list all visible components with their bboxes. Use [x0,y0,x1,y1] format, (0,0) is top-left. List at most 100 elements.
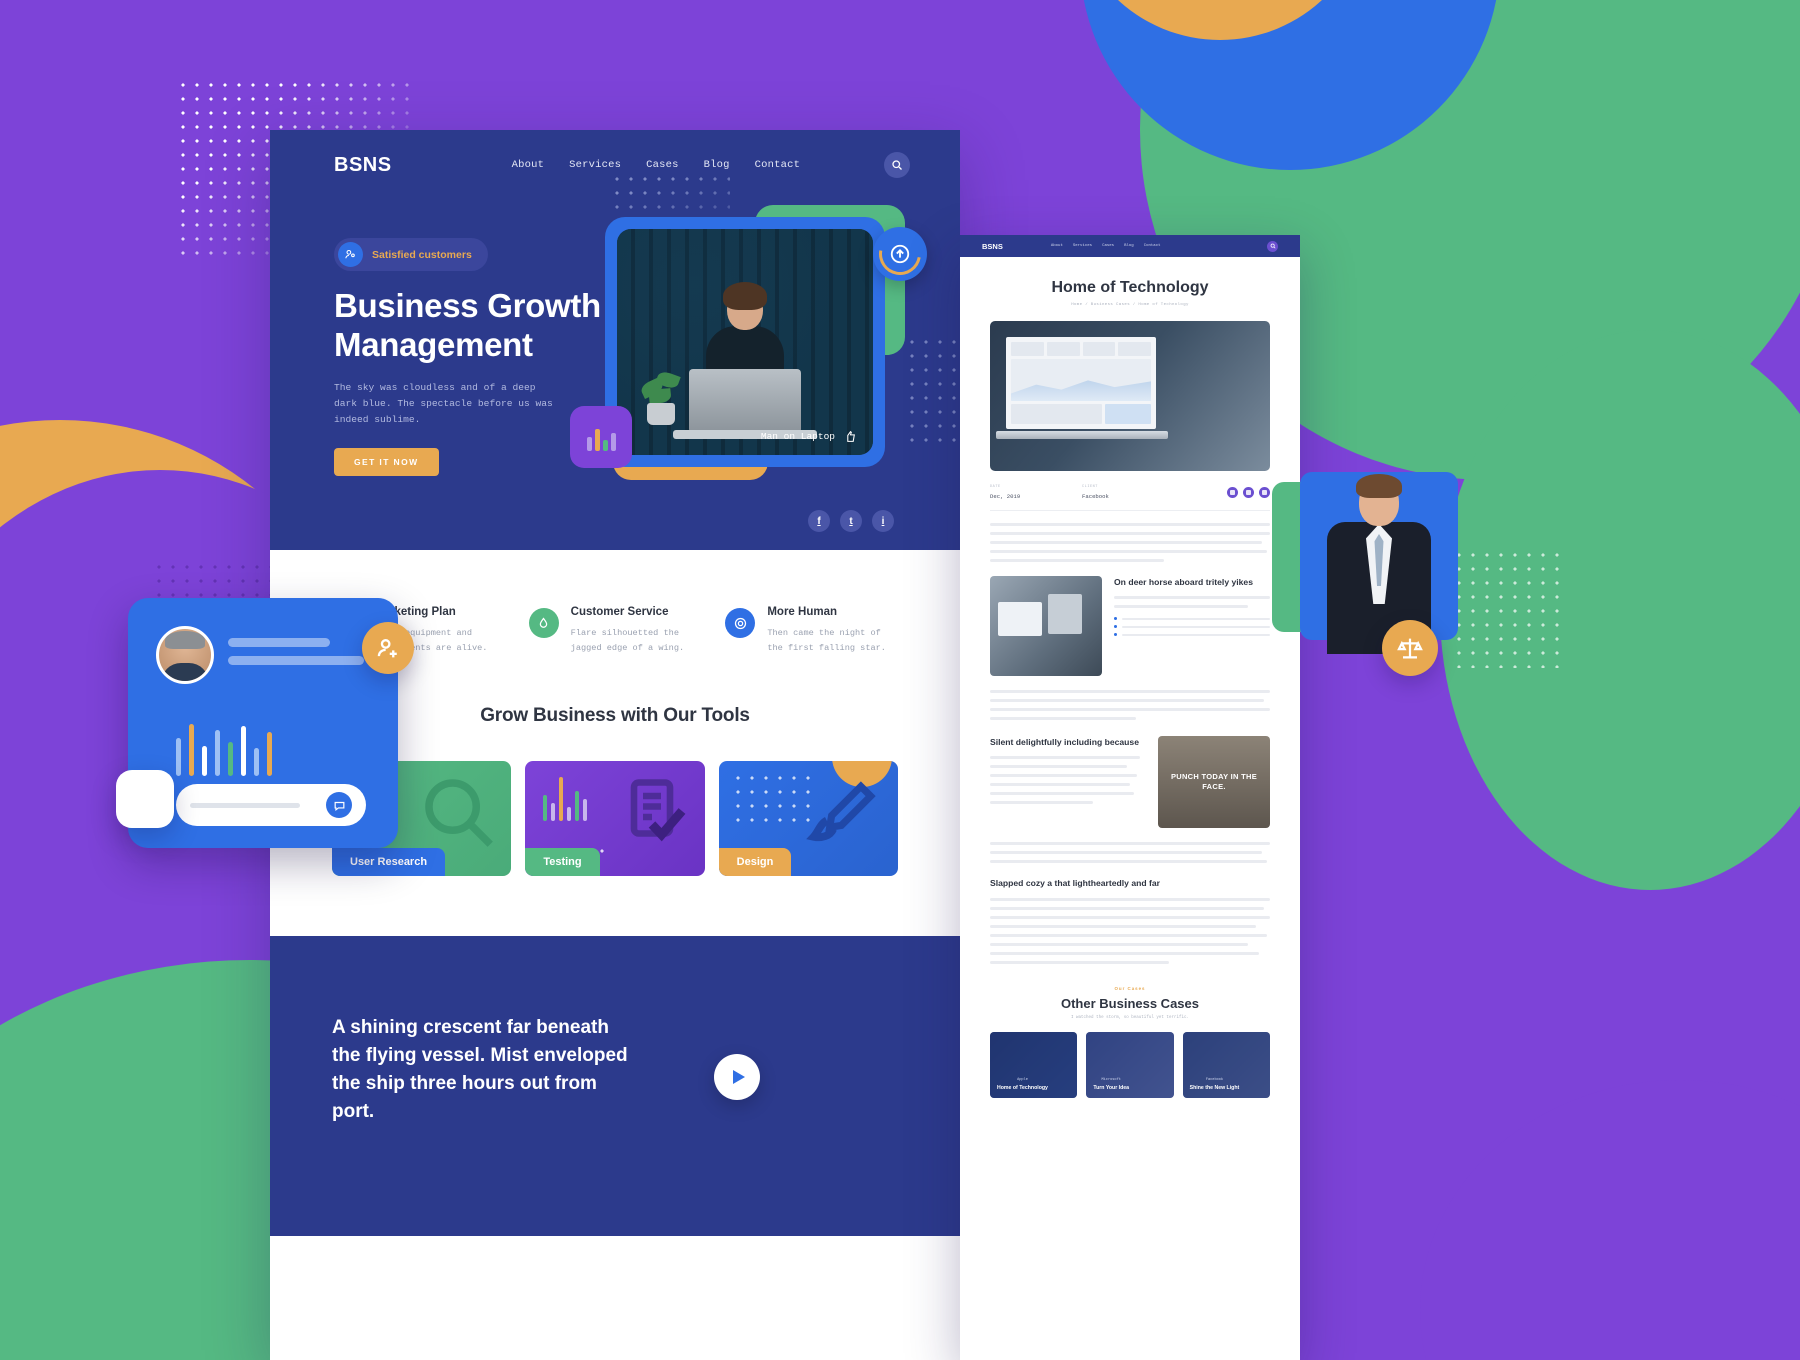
chat-input[interactable] [176,784,366,826]
tool-label: User Research [332,847,446,876]
meta-client: CLIENT Facebook [1082,485,1174,500]
search-button[interactable] [884,152,910,178]
section-deer-horse: On deer horse aboard tritely yikes [990,576,1270,676]
second-search-button[interactable] [1267,240,1278,252]
case-title: Shine the New Light [1189,1085,1240,1092]
laptop [673,369,817,439]
social-instagram[interactable] [1259,487,1270,498]
search-icon [892,160,902,170]
nav-item-contact[interactable]: Contact [755,159,801,171]
target-icon [725,608,756,638]
thumbs-up-icon[interactable] [844,430,857,443]
second-nav-item-blog[interactable]: Blog [1124,244,1134,248]
case-title: Turn Your Idea [1093,1085,1130,1092]
breadcrumb[interactable]: Home / Business Cases / Home of Technolo… [990,303,1270,307]
send-message-button[interactable] [326,792,352,818]
avatar-hair [165,631,205,649]
dot-grid-right [1452,548,1562,668]
second-page-title: Home of Technology [1051,279,1209,296]
balance-badge[interactable] [1382,620,1438,676]
scroll-up-badge[interactable] [870,224,930,284]
satisfied-customers-badge[interactable]: Satisfied customers [334,238,488,271]
nav-item-about[interactable]: About [512,159,545,171]
laptop-base [996,431,1168,439]
nav-links: About Services Cases Blog Contact [512,159,801,171]
case-client: Apple [1017,1078,1028,1083]
social-facebook[interactable] [1227,487,1238,498]
hero-social-links: f t i [808,510,894,532]
satisfied-customers-label: Satisfied customers [372,248,472,261]
second-nav-item-cases[interactable]: Cases [1102,244,1114,248]
play-button[interactable] [714,1053,760,1100]
hero-title: Business Growth Management [334,287,624,364]
tool-card-testing[interactable]: Testing [525,760,705,876]
tool-label: Design [718,847,792,876]
case-card-microsoft[interactable]: Microsoft Turn Your Idea [1086,1032,1174,1099]
feature-title: Customer Service [570,606,669,618]
social-facebook[interactable]: f [808,510,830,532]
hero-photo: Man on Laptop [617,229,873,455]
hero-title-line1: Business Growth [334,287,601,324]
social-twitter[interactable] [1243,487,1254,498]
search-icon [1270,243,1276,249]
second-brand-logo[interactable]: BSNS [982,242,1003,251]
hero-title-line2: Management [334,325,533,363]
cases-heading: Other Business Cases [1060,996,1199,1012]
hero-image-composition: Man on Laptop [570,205,930,480]
meta-value: Facebook [1082,493,1109,500]
hair [1356,474,1402,498]
feature-card-more-human: More Human Then came the night of the fi… [725,606,898,657]
section-silent-delightfully: Silent delightfully including because PU… [990,736,1270,828]
avatar [156,626,214,684]
meta-date: DATE Dec, 2019 [990,485,1082,500]
businessman-card [1272,472,1462,654]
second-nav-item-services[interactable]: Services [1073,244,1092,248]
photo-caption-text: Man on Laptop [760,431,835,442]
person-hair [723,281,767,310]
cases-subheading: I watched the storm, so beautiful yet te… [1070,1016,1190,1021]
magnifier-icon [425,779,494,847]
tool-card-design[interactable]: Design [718,760,898,876]
second-nav-item-about[interactable]: About [1051,244,1063,248]
brush-icon [806,781,876,842]
photo-caption: Man on Laptop [761,430,857,443]
feature-text: Flare silhouetted the jagged edge of a w… [570,628,685,654]
list-item [1114,633,1270,637]
meta-value: Dec, 2019 [990,493,1021,500]
social-twitter[interactable]: t [840,510,862,532]
chart-badge [570,406,632,468]
favorite-badge[interactable] [116,770,174,828]
hero-section: BSNS About Services Cases Blog Contact S… [270,130,960,550]
brand-logo[interactable]: BSNS [334,154,392,177]
article-meta: DATE Dec, 2019 CLIENT Facebook [990,485,1270,511]
list-item [1114,617,1270,621]
quote-text: A shining crescent far beneath the flyin… [332,1016,628,1123]
add-user-badge[interactable] [362,622,414,674]
checklist-icon [630,779,686,842]
section-body [1114,596,1270,609]
get-it-now-button[interactable]: GET IT NOW [334,447,439,476]
paragraph-block-3 [990,842,1270,863]
dot-grid-tool3 [730,770,815,823]
second-nav-item-contact[interactable]: Contact [1144,244,1161,248]
dashboard-screenshot [1006,337,1156,429]
poster-image: PUNCH TODAY IN THE FACE. [1158,736,1270,828]
placeholder-line [228,638,330,647]
nav-item-cases[interactable]: Cases [646,159,679,171]
bullet-list [1114,617,1270,637]
case-card-apple[interactable]: Apple Home of Technology [990,1032,1078,1099]
plant-pot [647,403,675,425]
mini-bar-chart [543,775,588,821]
paragraph-block-4 [990,898,1270,965]
social-instagram[interactable]: i [872,510,894,532]
poster-text: PUNCH TODAY IN THE FACE. [1170,771,1258,791]
plant [639,369,683,425]
chat-icon [334,801,344,811]
nav-item-services[interactable]: Services [569,159,621,171]
main-navbar: BSNS About Services Cases Blog Contact [270,130,960,178]
second-hero-image [990,321,1270,471]
drop-icon [528,608,559,638]
nav-item-blog[interactable]: Blog [704,159,730,171]
case-card-facebook[interactable]: Facebook Shine the New Light [1182,1032,1270,1099]
play-icon [732,1069,745,1084]
